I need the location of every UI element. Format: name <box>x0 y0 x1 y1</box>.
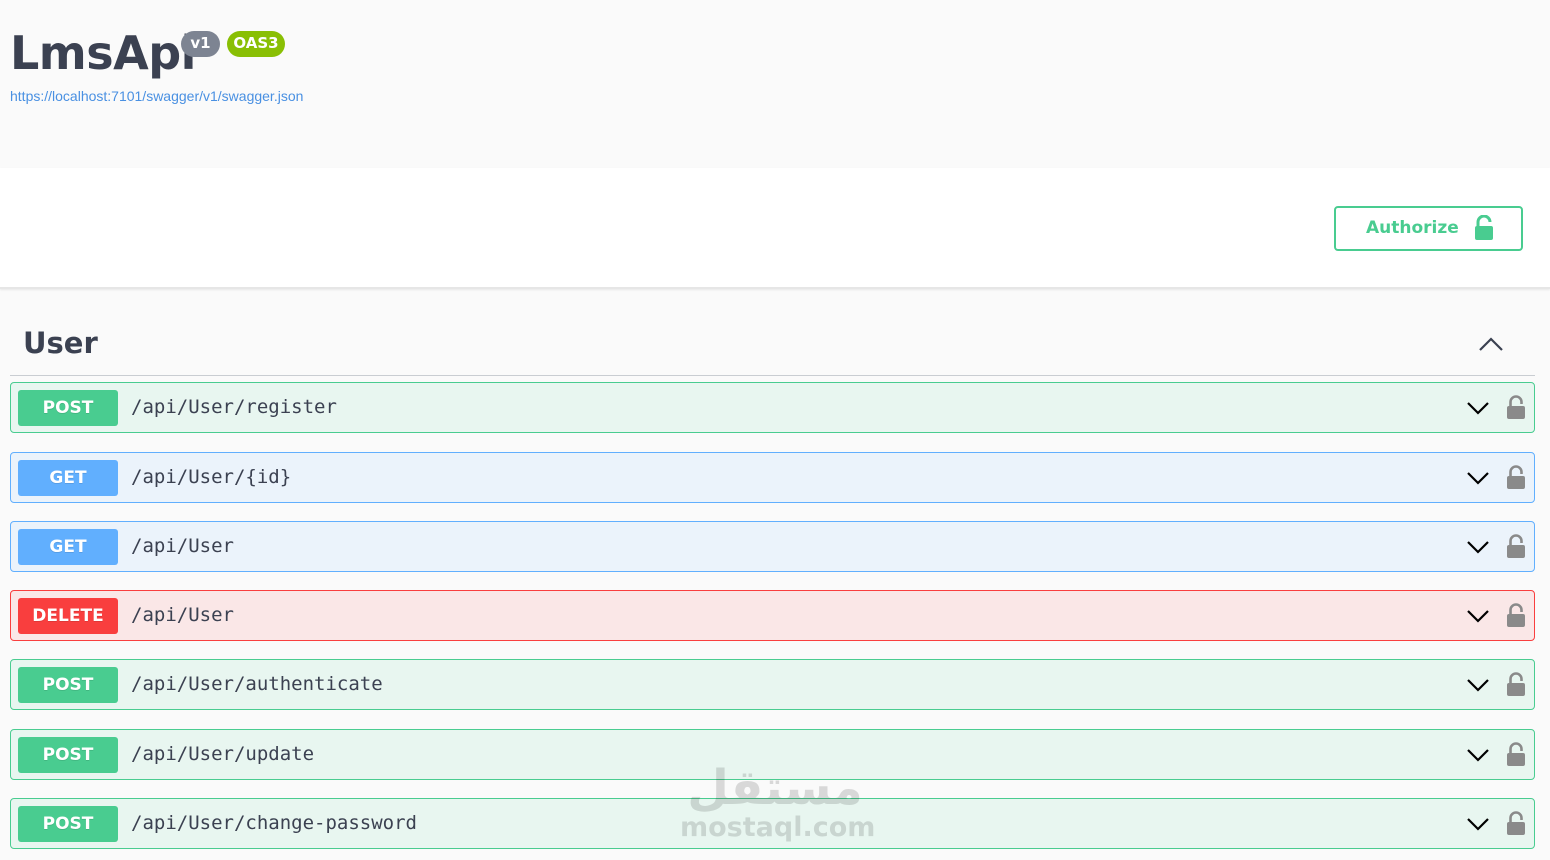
chevron-down-icon[interactable] <box>1465 744 1491 766</box>
operation-path: /api/User/update <box>131 743 315 765</box>
operation-get[interactable]: GET/api/User <box>10 521 1535 572</box>
lock-icon[interactable] <box>1506 811 1526 836</box>
lock-icon[interactable] <box>1506 534 1526 559</box>
lock-icon[interactable] <box>1506 672 1526 697</box>
method-badge: POST <box>18 390 118 426</box>
method-badge: POST <box>18 667 118 703</box>
lock-icon[interactable] <box>1506 742 1526 767</box>
swagger-json-link[interactable]: https://localhost:7101/swagger/v1/swagge… <box>10 88 303 104</box>
chevron-down-icon[interactable] <box>1465 467 1491 489</box>
oas-badge: OAS3 <box>227 31 285 57</box>
operation-path: /api/User <box>131 604 234 626</box>
operation-delete[interactable]: DELETE/api/User <box>10 590 1535 641</box>
operation-path: /api/User/register <box>131 396 337 418</box>
chevron-down-icon[interactable] <box>1465 397 1491 419</box>
operation-post[interactable]: POST/api/User/update <box>10 729 1535 780</box>
chevron-down-icon[interactable] <box>1465 605 1491 627</box>
unlocked-lock-icon <box>1475 215 1493 240</box>
version-badge: v1 <box>181 31 220 57</box>
chevron-up-icon[interactable] <box>1476 332 1506 356</box>
chevron-down-icon[interactable] <box>1465 536 1491 558</box>
tag-section-user[interactable]: User <box>10 312 1535 376</box>
scheme-container <box>0 168 1550 289</box>
method-badge: POST <box>18 806 118 842</box>
operation-get[interactable]: GET/api/User/{id} <box>10 452 1535 503</box>
api-title: LmsApi <box>10 26 196 80</box>
operation-post[interactable]: POST/api/User/register <box>10 382 1535 433</box>
chevron-down-icon[interactable] <box>1465 813 1491 835</box>
operation-path: /api/User/authenticate <box>131 673 383 695</box>
operation-path: /api/User/change-password <box>131 812 417 834</box>
operation-post[interactable]: POST/api/User/change-password <box>10 798 1535 849</box>
method-badge: GET <box>18 529 118 565</box>
tag-name: User <box>23 326 98 360</box>
operation-path: /api/User/{id} <box>131 466 292 488</box>
authorize-label: Authorize <box>1366 218 1459 238</box>
method-badge: POST <box>18 737 118 773</box>
lock-icon[interactable] <box>1506 603 1526 628</box>
method-badge: DELETE <box>18 598 118 634</box>
authorize-button[interactable]: Authorize <box>1334 206 1523 251</box>
method-badge: GET <box>18 460 118 496</box>
api-info-header: LmsApi v1 OAS3 https://localhost:7101/sw… <box>0 0 1550 168</box>
operation-path: /api/User <box>131 535 234 557</box>
lock-icon[interactable] <box>1506 465 1526 490</box>
operation-post[interactable]: POST/api/User/authenticate <box>10 659 1535 710</box>
chevron-down-icon[interactable] <box>1465 674 1491 696</box>
lock-icon[interactable] <box>1506 395 1526 420</box>
